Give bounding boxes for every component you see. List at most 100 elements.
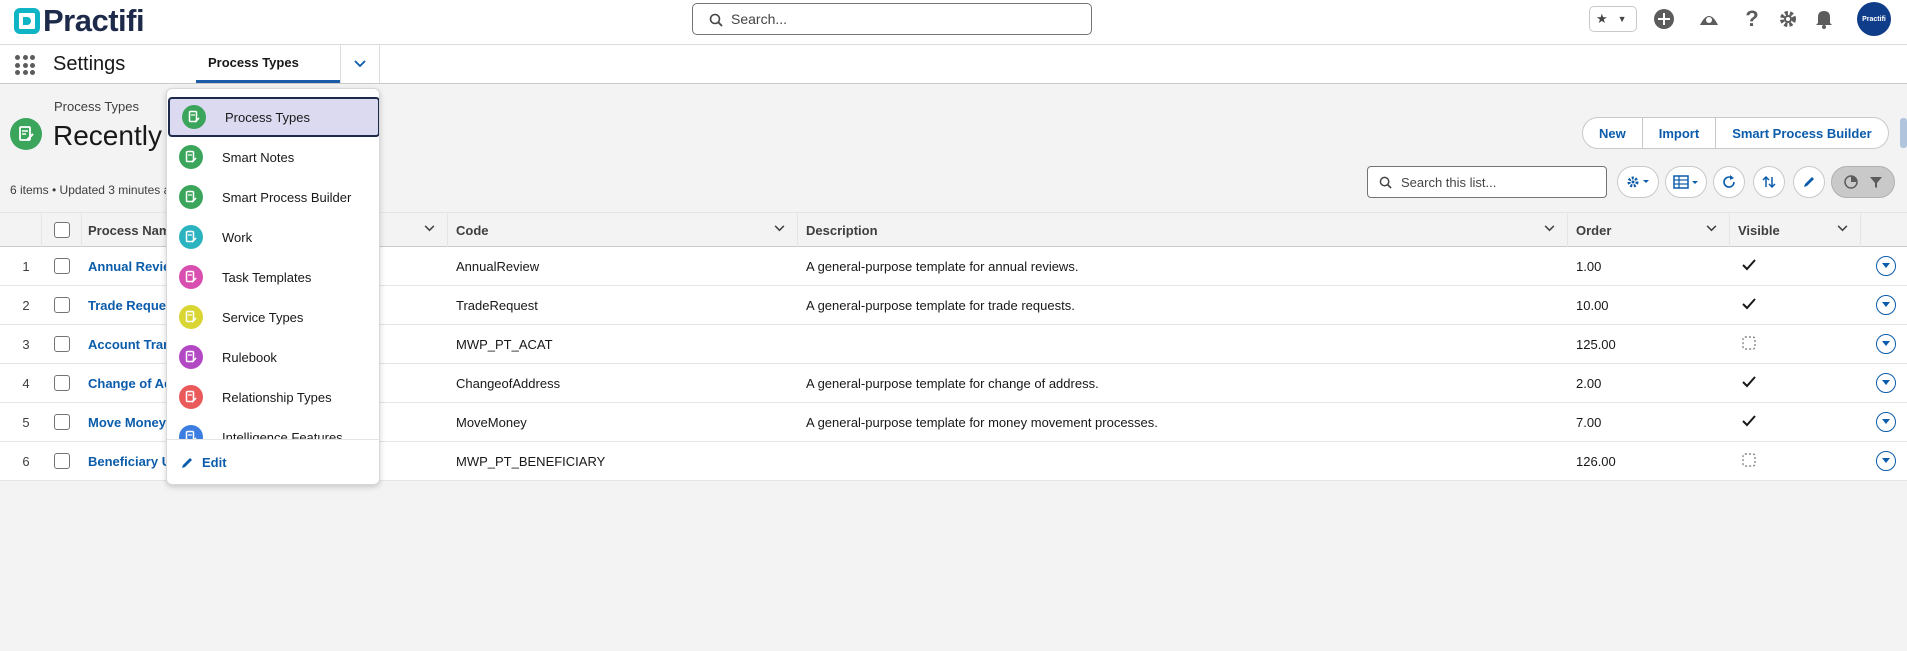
row-action-cell bbox=[1866, 403, 1906, 441]
order-cell: 7.00 bbox=[1576, 414, 1602, 430]
row-checkbox[interactable] bbox=[54, 414, 70, 430]
code-cell: AnnualReview bbox=[456, 258, 540, 274]
chevron-down-icon[interactable] bbox=[1706, 225, 1717, 232]
row-action-menu-button[interactable] bbox=[1876, 451, 1896, 471]
row-action-cell bbox=[1866, 286, 1906, 324]
practifi-logo[interactable]: Practifi bbox=[14, 5, 145, 36]
app-launcher-icon[interactable] bbox=[15, 55, 35, 75]
chevron-down-icon[interactable] bbox=[774, 225, 785, 232]
sort-icon bbox=[1762, 175, 1776, 189]
row-action-menu-button[interactable] bbox=[1876, 256, 1896, 276]
edit-list-button[interactable] bbox=[1793, 166, 1825, 198]
smart-process-builder-icon bbox=[179, 185, 203, 209]
description-cell bbox=[798, 325, 1568, 363]
checkmark-icon bbox=[1742, 414, 1756, 430]
order-cell: 2.00 bbox=[1576, 375, 1602, 391]
nav-menu-chevron-button[interactable] bbox=[340, 45, 380, 83]
code-cell: TradeRequest bbox=[456, 297, 538, 313]
order-cell: 1.00 bbox=[1576, 258, 1602, 274]
relationship-types-icon bbox=[179, 385, 203, 409]
menu-item-label: Process Types bbox=[225, 109, 311, 125]
row-checkbox[interactable] bbox=[54, 375, 70, 391]
menu-item-service-types[interactable]: Service Types bbox=[167, 297, 379, 337]
row-action-cell bbox=[1866, 325, 1906, 363]
list-settings-button[interactable] bbox=[1617, 166, 1659, 198]
column-label: Order bbox=[1576, 222, 1612, 238]
order-cell: 126.00 bbox=[1576, 453, 1616, 469]
description-cell: A general-purpose template for trade req… bbox=[806, 297, 1075, 313]
description-cell bbox=[798, 442, 1568, 480]
row-action-menu-button[interactable] bbox=[1876, 295, 1896, 315]
trailhead-icon[interactable] bbox=[1698, 8, 1720, 30]
help-icon[interactable]: ? bbox=[1741, 6, 1763, 31]
process-types-object-icon bbox=[10, 118, 42, 150]
row-action-menu-button[interactable] bbox=[1876, 412, 1896, 432]
chart-filter-button-group[interactable] bbox=[1831, 166, 1895, 198]
global-actions-add-icon[interactable] bbox=[1653, 8, 1675, 30]
column-label: Process Name bbox=[88, 222, 178, 238]
description-cell: A general-purpose template for money mov… bbox=[806, 414, 1158, 430]
chevron-down-icon bbox=[1882, 380, 1890, 385]
menu-item-list[interactable]: Process Types Smart Notes Smart Process … bbox=[167, 89, 379, 439]
favorites-button-group[interactable]: ★ ▼ bbox=[1589, 6, 1637, 32]
row-number: 6 bbox=[22, 453, 30, 469]
row-number: 2 bbox=[22, 297, 30, 313]
menu-item-process-types[interactable]: Process Types bbox=[168, 97, 379, 137]
import-button[interactable]: Import bbox=[1642, 117, 1717, 149]
column-label: Code bbox=[456, 222, 489, 238]
row-action-menu-button[interactable] bbox=[1876, 373, 1896, 393]
row-action-menu-button[interactable] bbox=[1876, 334, 1896, 354]
list-search-placeholder: Search this list... bbox=[1401, 174, 1497, 190]
row-checkbox[interactable] bbox=[54, 297, 70, 313]
service-types-icon bbox=[179, 305, 203, 329]
new-button[interactable]: New bbox=[1582, 117, 1643, 149]
menu-item-work[interactable]: Work bbox=[167, 217, 379, 257]
menu-item-smart-process-builder[interactable]: Smart Process Builder bbox=[167, 177, 379, 217]
menu-item-smart-notes[interactable]: Smart Notes bbox=[167, 137, 379, 177]
task-templates-icon bbox=[179, 265, 203, 289]
tab-process-types[interactable]: Process Types bbox=[196, 45, 340, 83]
code-cell: MWP_PT_BENEFICIARY bbox=[456, 453, 606, 469]
scroll-handle[interactable] bbox=[1900, 118, 1907, 148]
chevron-down-icon bbox=[1882, 302, 1890, 307]
refresh-button[interactable] bbox=[1713, 166, 1745, 198]
chevron-down-icon bbox=[1882, 419, 1890, 424]
row-number: 1 bbox=[22, 258, 30, 274]
smart-process-builder-button[interactable]: Smart Process Builder bbox=[1716, 117, 1889, 149]
row-checkbox[interactable] bbox=[54, 453, 70, 469]
sort-button[interactable] bbox=[1753, 166, 1785, 198]
gear-icon[interactable] bbox=[1777, 8, 1799, 30]
row-checkbox[interactable] bbox=[54, 336, 70, 352]
global-search-input[interactable]: Search... bbox=[692, 3, 1092, 35]
user-avatar[interactable]: Practifi bbox=[1857, 2, 1891, 36]
chevron-down-icon[interactable] bbox=[1837, 225, 1848, 232]
pencil-icon bbox=[1804, 177, 1814, 187]
visible-cell bbox=[1730, 403, 1861, 441]
column-label: Description bbox=[806, 222, 878, 238]
column-header-visible[interactable]: Visible bbox=[1730, 213, 1861, 247]
edit-nav-items-button[interactable]: Edit bbox=[167, 439, 379, 484]
display-as-table-button[interactable] bbox=[1665, 166, 1707, 198]
column-header-description[interactable]: Description bbox=[798, 213, 1568, 247]
list-search-input[interactable]: Search this list... bbox=[1367, 166, 1607, 198]
practifi-logo-icon bbox=[14, 8, 40, 34]
column-header-order[interactable]: Order bbox=[1568, 213, 1730, 247]
breadcrumb: Process Types bbox=[54, 99, 140, 114]
chevron-down-icon bbox=[1882, 458, 1890, 463]
notifications-bell-icon[interactable] bbox=[1813, 8, 1835, 30]
menu-item-rulebook[interactable]: Rulebook bbox=[167, 337, 379, 377]
star-icon[interactable]: ★ bbox=[1596, 11, 1608, 27]
column-header-code[interactable]: Code bbox=[448, 213, 798, 247]
row-checkbox[interactable] bbox=[54, 258, 70, 274]
gear-icon bbox=[1627, 176, 1649, 188]
row-number: 3 bbox=[22, 336, 30, 352]
menu-item-task-templates[interactable]: Task Templates bbox=[167, 257, 379, 297]
code-cell: MoveMoney bbox=[456, 414, 527, 430]
chevron-down-icon[interactable] bbox=[1544, 225, 1555, 232]
chevron-down-icon[interactable]: ▼ bbox=[1618, 14, 1627, 24]
menu-item-relationship-types[interactable]: Relationship Types bbox=[167, 377, 379, 417]
menu-item-intelligence-features[interactable]: Intelligence Features bbox=[167, 417, 379, 439]
select-all-checkbox[interactable] bbox=[53, 222, 70, 238]
chevron-down-icon[interactable] bbox=[424, 225, 435, 232]
global-header: Practifi Search... ★ ▼ ? Practifi bbox=[0, 0, 1907, 44]
